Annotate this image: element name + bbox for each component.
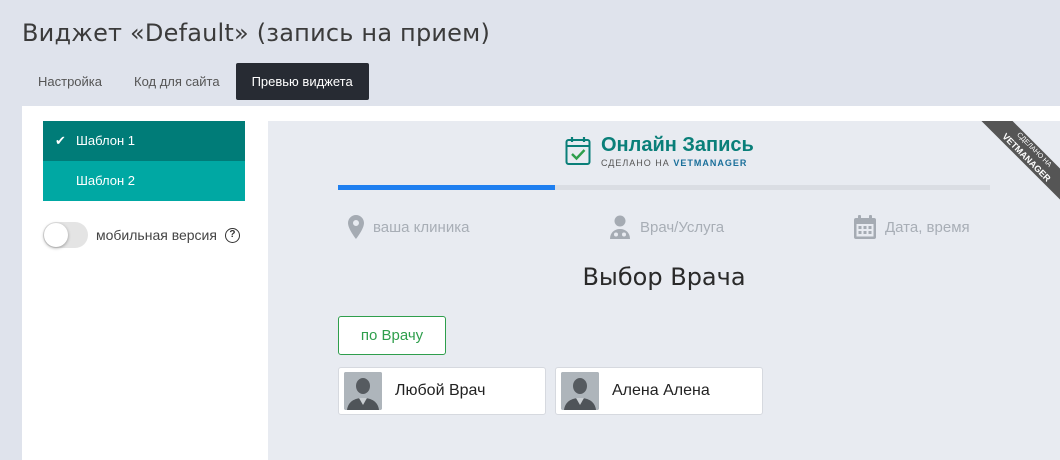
calendar-check-icon xyxy=(565,137,591,165)
mobile-version-label: мобильная версия xyxy=(96,227,217,243)
template-list: ✔ Шаблон 1 Шаблон 2 xyxy=(43,121,245,201)
template-item-label: Шаблон 1 xyxy=(76,133,135,148)
section-title: Выбор Врача xyxy=(582,263,746,291)
step-label: Врач/Услуга xyxy=(640,218,725,236)
doctor-icon xyxy=(610,215,630,239)
mobile-version-row: мобильная версия ? xyxy=(43,222,240,248)
vetmanager-ribbon[interactable]: СДЕЛАНО НА VETMANAGER xyxy=(979,121,1060,205)
step-doctor-service[interactable]: Врач/Услуга xyxy=(609,215,724,239)
doctor-avatar-icon xyxy=(344,372,382,410)
page-title: Виджет «Default» (запись на прием) xyxy=(22,19,491,47)
tab-settings[interactable]: Настройка xyxy=(22,63,118,100)
brand-sub-name: VETMANAGER xyxy=(673,158,748,168)
brand-sub-prefix: СДЕЛАНО НА xyxy=(601,158,670,168)
tab-bar: Настройка Код для сайта Превью виджета xyxy=(22,63,369,100)
step-progress-bar xyxy=(338,185,990,190)
toggle-knob xyxy=(44,223,68,247)
doctor-list: Любой Врач Алена Алена xyxy=(338,367,772,415)
tab-site-code[interactable]: Код для сайта xyxy=(118,63,236,100)
step-label: Дата, время xyxy=(885,218,970,236)
content-panel: ✔ Шаблон 1 Шаблон 2 мобильная версия ? О… xyxy=(22,106,1060,460)
doctor-card[interactable]: Алена Алена xyxy=(555,367,763,415)
step-clinic[interactable]: ваша клиника xyxy=(348,215,469,239)
brand-title: Онлайн Запись xyxy=(601,134,754,156)
template-item-label: Шаблон 2 xyxy=(76,173,135,188)
filter-by-doctor-button[interactable]: по Врачу xyxy=(338,316,446,355)
map-pin-icon xyxy=(348,215,364,239)
template-item-2[interactable]: Шаблон 2 xyxy=(43,161,245,201)
doctor-name: Алена Алена xyxy=(612,382,710,399)
doctor-avatar-icon xyxy=(561,372,599,410)
brand-subtitle: СДЕЛАНО НА VETMANAGER xyxy=(601,158,754,168)
step-label: ваша клиника xyxy=(373,218,470,236)
tab-widget-preview[interactable]: Превью виджета xyxy=(235,63,369,100)
template-item-1[interactable]: ✔ Шаблон 1 xyxy=(43,121,245,161)
help-icon[interactable]: ? xyxy=(224,227,240,243)
widget-preview: Онлайн Запись СДЕЛАНО НА VETMANAGER СДЕЛ… xyxy=(268,121,1060,460)
calendar-icon xyxy=(854,215,876,239)
step-progress-fill xyxy=(338,185,556,190)
widget-brand: Онлайн Запись СДЕЛАНО НА VETMANAGER xyxy=(565,134,754,168)
step-date-time[interactable]: Дата, время xyxy=(854,215,970,239)
doctor-name: Любой Врач xyxy=(395,382,486,399)
checkmark-icon: ✔ xyxy=(55,133,66,148)
doctor-card[interactable]: Любой Врач xyxy=(338,367,546,415)
step-list: ваша клиника Врач/Услуга Дата, время xyxy=(338,215,990,245)
mobile-version-toggle[interactable] xyxy=(43,222,88,248)
